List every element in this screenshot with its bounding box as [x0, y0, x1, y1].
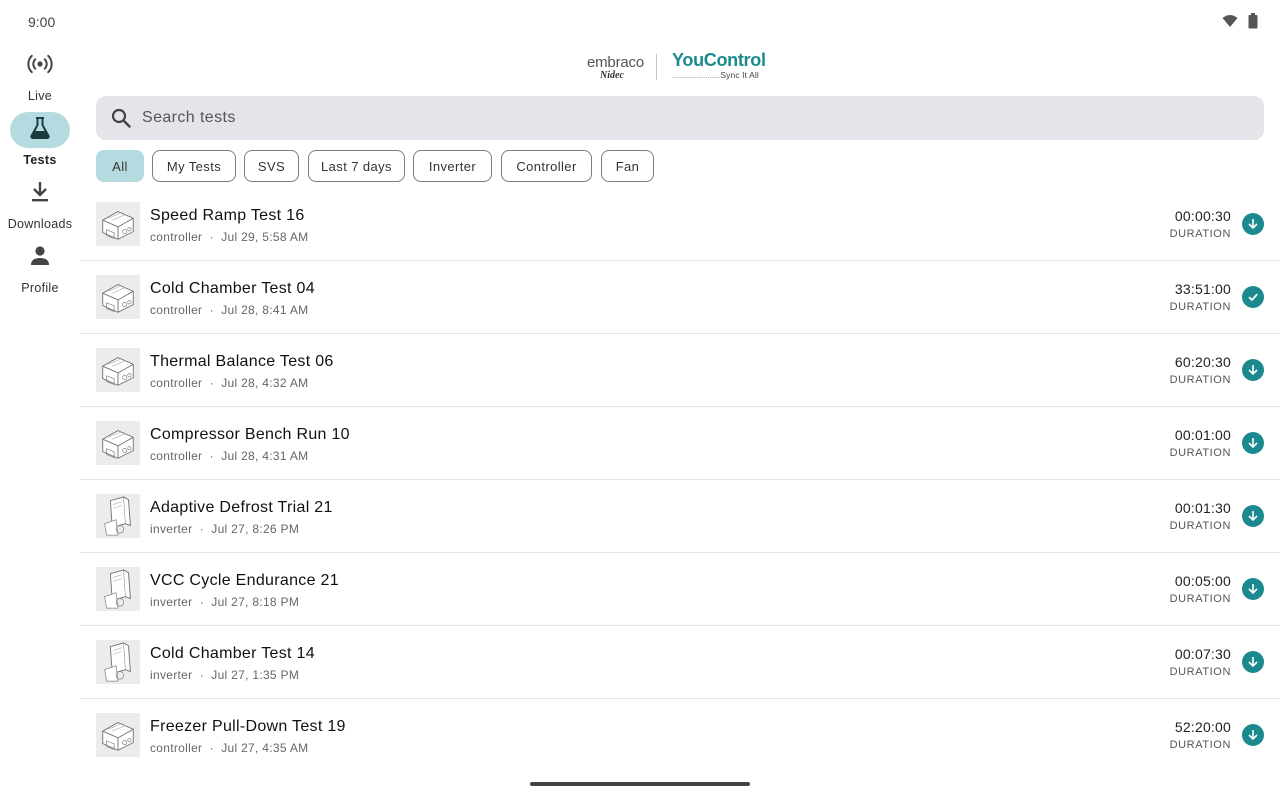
status-icons	[1222, 13, 1258, 34]
duration-label: DURATION	[1169, 520, 1231, 532]
controller-thumbnail-icon	[96, 348, 140, 392]
duration-value: 00:01:30	[1174, 500, 1231, 516]
search-bar[interactable]	[96, 96, 1264, 140]
test-row[interactable]: Thermal Balance Test 06 controller · Jul…	[80, 334, 1280, 407]
logo-divider	[656, 54, 657, 80]
nav-label: Profile	[21, 281, 59, 295]
duration-value: 00:07:30	[1174, 646, 1231, 662]
logo-tagline: ..........................Sync It All	[672, 70, 759, 80]
download-icon[interactable]	[1242, 359, 1264, 381]
test-row[interactable]: Speed Ramp Test 16 controller · Jul 29, …	[80, 188, 1280, 261]
test-row[interactable]: Compressor Bench Run 10 controller · Jul…	[80, 407, 1280, 480]
duration-label: DURATION	[1169, 593, 1231, 605]
chip-all[interactable]: All	[96, 150, 144, 182]
test-name: Speed Ramp Test 16	[150, 207, 305, 224]
test-name: Cold Chamber Test 04	[150, 280, 315, 297]
test-meta: inverter · Jul 27, 8:26 PM	[150, 522, 300, 536]
test-meta: controller · Jul 28, 4:32 AM	[150, 376, 309, 390]
status-time: 9:00	[28, 14, 56, 30]
test-name: Cold Chamber Test 14	[150, 645, 315, 662]
nav-label: Downloads	[7, 217, 73, 231]
chip-fan[interactable]: Fan	[601, 150, 654, 182]
nav-item-live[interactable]: Live	[0, 44, 80, 108]
duration-label: DURATION	[1169, 228, 1231, 240]
test-name: Thermal Balance Test 06	[150, 353, 334, 370]
nav-icon-container	[10, 48, 70, 84]
check-circle-icon[interactable]	[1242, 286, 1264, 308]
duration-value: 60:20:30	[1174, 354, 1231, 370]
duration-label: DURATION	[1169, 374, 1231, 386]
download-icon[interactable]	[1242, 213, 1264, 235]
app-logo: embraco Nidec YouControl ...............…	[587, 50, 777, 84]
nav-item-tests[interactable]: Tests	[0, 108, 80, 172]
chip-inverter[interactable]: Inverter	[413, 150, 492, 182]
inverter-thumbnail-icon	[96, 567, 140, 611]
controller-thumbnail-icon	[96, 202, 140, 246]
wifi-icon	[1222, 14, 1238, 33]
controller-thumbnail-icon	[96, 713, 140, 757]
duration-label: DURATION	[1169, 739, 1231, 751]
inverter-thumbnail-icon	[96, 640, 140, 684]
nav-icon-container	[10, 112, 70, 148]
test-row[interactable]: Adaptive Defrost Trial 21 inverter · Jul…	[80, 480, 1280, 553]
duration-value: 00:01:00	[1174, 427, 1231, 443]
test-meta: controller · Jul 28, 8:41 AM	[150, 303, 309, 317]
chip-svs[interactable]: SVS	[244, 150, 299, 182]
duration-label: DURATION	[1169, 666, 1231, 678]
logo-parent: Nidec	[600, 70, 624, 81]
flask-icon	[30, 116, 50, 144]
nav-item-downloads[interactable]: Downloads	[0, 172, 80, 236]
download-icon	[30, 181, 50, 208]
test-row[interactable]: VCC Cycle Endurance 21 inverter · Jul 27…	[80, 553, 1280, 626]
test-row[interactable]: Cold Chamber Test 14 inverter · Jul 27, …	[80, 626, 1280, 699]
nav-label: Live	[27, 89, 53, 103]
chip-controller[interactable]: Controller	[501, 150, 592, 182]
chip-last-7-days[interactable]: Last 7 days	[308, 150, 405, 182]
broadcast-icon	[27, 53, 53, 80]
test-row[interactable]: Cold Chamber Test 04 controller · Jul 28…	[80, 261, 1280, 334]
test-row[interactable]: Freezer Pull-Down Test 19 controller · J…	[80, 699, 1280, 772]
search-input[interactable]	[142, 96, 1242, 140]
duration-value: 00:00:30	[1174, 208, 1231, 224]
controller-thumbnail-icon	[96, 421, 140, 465]
download-icon[interactable]	[1242, 505, 1264, 527]
search-icon	[110, 107, 132, 134]
chip-my-tests[interactable]: My Tests	[152, 150, 236, 182]
test-name: Adaptive Defrost Trial 21	[150, 499, 333, 516]
logo-product: YouControl	[672, 50, 766, 70]
nav-item-profile[interactable]: Profile	[0, 236, 80, 300]
nav-icon-container	[10, 176, 70, 212]
test-name: VCC Cycle Endurance 21	[150, 572, 339, 589]
controller-thumbnail-icon	[96, 275, 140, 319]
download-icon[interactable]	[1242, 578, 1264, 600]
duration-value: 33:51:00	[1174, 281, 1231, 297]
duration-label: DURATION	[1169, 447, 1231, 459]
duration-label: DURATION	[1169, 301, 1231, 313]
nav-icon-container	[10, 240, 70, 276]
duration-value: 52:20:00	[1174, 719, 1231, 735]
test-meta: controller · Jul 29, 5:58 AM	[150, 230, 309, 244]
test-name: Compressor Bench Run 10	[150, 426, 350, 443]
battery-icon	[1248, 13, 1258, 34]
test-meta: controller · Jul 28, 4:31 AM	[150, 449, 309, 463]
test-meta: inverter · Jul 27, 1:35 PM	[150, 668, 300, 682]
home-indicator[interactable]	[530, 782, 750, 786]
download-icon[interactable]	[1242, 651, 1264, 673]
test-name: Freezer Pull-Down Test 19	[150, 718, 346, 735]
test-meta: inverter · Jul 27, 8:18 PM	[150, 595, 300, 609]
person-icon	[30, 245, 50, 272]
nav-label: Tests	[23, 153, 57, 167]
inverter-thumbnail-icon	[96, 494, 140, 538]
logo-brand: embraco	[587, 54, 644, 71]
status-bar: 9:00	[0, 0, 1280, 44]
test-meta: controller · Jul 27, 4:35 AM	[150, 741, 309, 755]
duration-value: 00:05:00	[1174, 573, 1231, 589]
download-icon[interactable]	[1242, 432, 1264, 454]
download-icon[interactable]	[1242, 724, 1264, 746]
